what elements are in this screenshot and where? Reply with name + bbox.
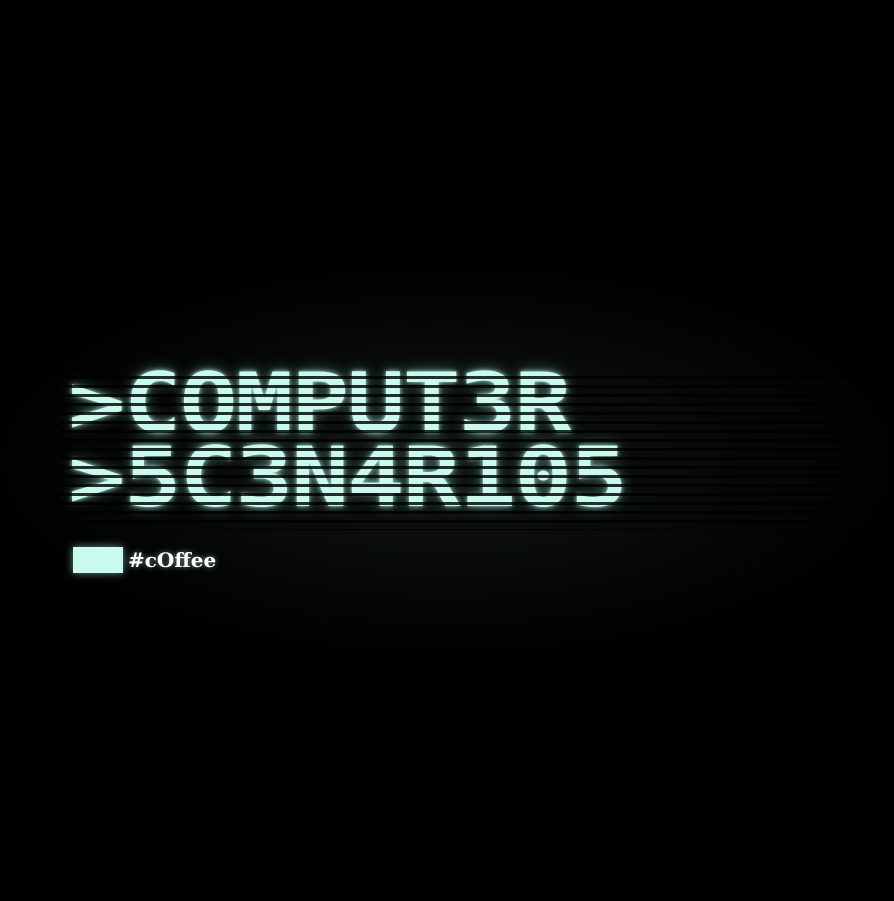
footer-tag: #cOffee: [73, 547, 216, 573]
terminal-cursor-icon: [73, 547, 123, 573]
hashtag-label: #cOffee: [128, 548, 217, 572]
terminal-screen: >COMPUT3R >5C3N4R105 #cOffee: [0, 0, 894, 901]
title-line-2: >5C3N4R105: [68, 429, 628, 526]
title-line-1: >COMPUT3R: [68, 355, 572, 452]
title-block: >COMPUT3R >5C3N4R105: [68, 355, 838, 526]
